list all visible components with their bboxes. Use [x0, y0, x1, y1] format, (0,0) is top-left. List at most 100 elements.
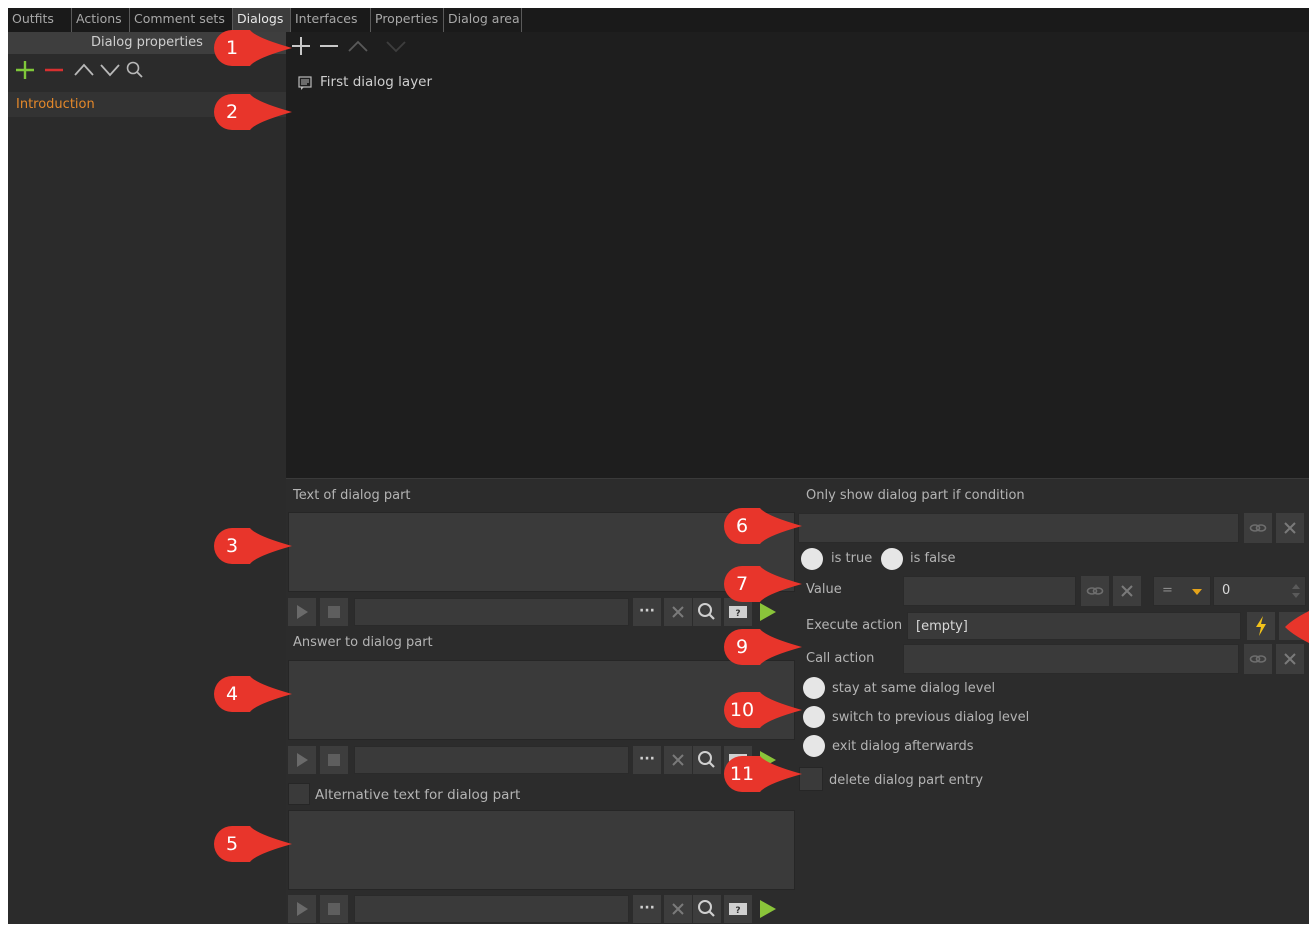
help-icon: ?	[729, 903, 747, 916]
execute-action-field[interactable]: [empty]	[907, 612, 1241, 640]
play-icon	[297, 902, 308, 916]
value-field[interactable]	[903, 576, 1076, 606]
play-button[interactable]	[288, 746, 316, 774]
call-action-field[interactable]	[903, 644, 1239, 674]
clear-sound-button[interactable]	[664, 895, 692, 923]
callout-marker: 11	[722, 754, 802, 794]
callout-marker: 4	[212, 674, 292, 714]
stop-button[interactable]	[320, 598, 348, 626]
link-icon	[1086, 587, 1104, 595]
callout-number: 2	[225, 101, 239, 123]
alt-section-label: Alternative text for dialog part	[315, 787, 521, 803]
search-icon	[698, 603, 715, 620]
callout-marker: 5	[212, 824, 292, 864]
callout-number: 1	[225, 37, 239, 59]
search-icon[interactable]	[126, 61, 143, 78]
close-icon	[672, 754, 684, 766]
spinner-icon[interactable]	[1291, 583, 1301, 599]
value-link-button[interactable]	[1081, 576, 1109, 606]
number-value: 0	[1222, 583, 1231, 598]
search-icon	[698, 900, 715, 917]
call-action-label: Call action	[806, 651, 875, 666]
tree-toolbar	[292, 37, 406, 55]
svg-text:?: ?	[735, 609, 740, 619]
condition-field[interactable]	[798, 513, 1239, 543]
clear-sound-button[interactable]	[664, 598, 692, 626]
sound-file-field[interactable]	[354, 895, 629, 923]
callout-marker: 7	[722, 564, 802, 604]
execute-action-value: [empty]	[916, 619, 968, 634]
callout-marker: 9	[722, 627, 802, 667]
stop-button[interactable]	[320, 746, 348, 774]
condition-label: Only show dialog part if condition	[806, 488, 1025, 503]
browse-button[interactable]: ···	[633, 598, 661, 626]
left-toolbar	[16, 61, 143, 79]
left-panel	[8, 32, 286, 924]
stop-icon	[328, 606, 340, 618]
browse-button[interactable]: ···	[633, 746, 661, 774]
clear-sound-button[interactable]	[664, 746, 692, 774]
condition-link-button[interactable]	[1244, 513, 1272, 543]
value-number-input[interactable]: 0	[1213, 576, 1306, 606]
dialog-text-area[interactable]	[288, 512, 795, 592]
value-clear-button[interactable]	[1113, 576, 1141, 606]
move-layer-up-icon[interactable]	[348, 40, 368, 52]
tab-bar: Outfits Actions Comment sets Dialogs Int…	[8, 8, 1309, 32]
browse-button[interactable]: ···	[633, 895, 661, 923]
close-icon	[1121, 585, 1133, 597]
comment-icon	[298, 76, 312, 90]
switch-previous-label: switch to previous dialog level	[832, 710, 1030, 725]
delete-entry-label: delete dialog part entry	[829, 773, 984, 788]
search-sound-button[interactable]	[693, 598, 721, 626]
operator-select[interactable]: =	[1153, 576, 1211, 606]
stay-level-label: stay at same dialog level	[832, 681, 996, 696]
move-down-icon[interactable]	[100, 64, 120, 77]
answer-text-area[interactable]	[288, 660, 795, 740]
callout-marker: 3	[212, 526, 292, 566]
callout-marker: 6	[722, 506, 802, 546]
callout-marker: 2	[212, 92, 292, 132]
alternative-text-checkbox[interactable]	[288, 783, 310, 805]
move-layer-down-icon[interactable]	[386, 41, 406, 53]
stop-icon	[328, 903, 340, 915]
play-green-icon	[760, 900, 776, 918]
close-icon	[672, 903, 684, 915]
close-icon	[672, 606, 684, 618]
tab-dialog-area[interactable]: Dialog area	[444, 8, 522, 32]
play-text-button[interactable]	[754, 895, 782, 923]
close-icon	[1284, 522, 1296, 534]
sound-file-field[interactable]	[354, 598, 629, 626]
search-sound-button[interactable]	[693, 895, 721, 923]
play-icon	[297, 605, 308, 619]
answer-section-label: Answer to dialog part	[293, 635, 433, 650]
exit-dialog-label: exit dialog afterwards	[832, 739, 974, 754]
tab-properties[interactable]: Properties	[371, 8, 444, 32]
call-action-clear-button[interactable]	[1276, 644, 1304, 674]
move-up-icon[interactable]	[74, 63, 94, 76]
callout-pin-partial-icon	[1285, 611, 1309, 643]
help-button[interactable]: ?	[724, 895, 752, 923]
callout-number: 6	[735, 515, 749, 537]
play-button[interactable]	[288, 895, 316, 923]
condition-clear-button[interactable]	[1276, 513, 1304, 543]
play-button[interactable]	[288, 598, 316, 626]
call-action-link-button[interactable]	[1244, 644, 1272, 674]
search-sound-button[interactable]	[693, 746, 721, 774]
tab-outfits[interactable]: Outfits	[8, 8, 72, 32]
callout-number: 10	[729, 699, 755, 721]
answer-media-toolbar: ··· ?	[288, 746, 795, 774]
callout-number: 3	[225, 535, 239, 557]
callout-number: 9	[735, 636, 749, 658]
sound-file-field[interactable]	[354, 746, 629, 774]
add-icon[interactable]	[16, 61, 34, 79]
link-icon	[1249, 524, 1267, 532]
execute-action-button[interactable]	[1247, 612, 1275, 640]
stop-button[interactable]	[320, 895, 348, 923]
alternative-text-area[interactable]	[288, 810, 795, 890]
callout-number: 7	[735, 573, 749, 595]
close-icon	[1284, 653, 1296, 665]
callout-number: 4	[225, 683, 239, 705]
dialog-tree	[286, 32, 1309, 478]
is-false-radio[interactable]	[881, 548, 903, 570]
tab-actions[interactable]: Actions	[72, 8, 130, 32]
